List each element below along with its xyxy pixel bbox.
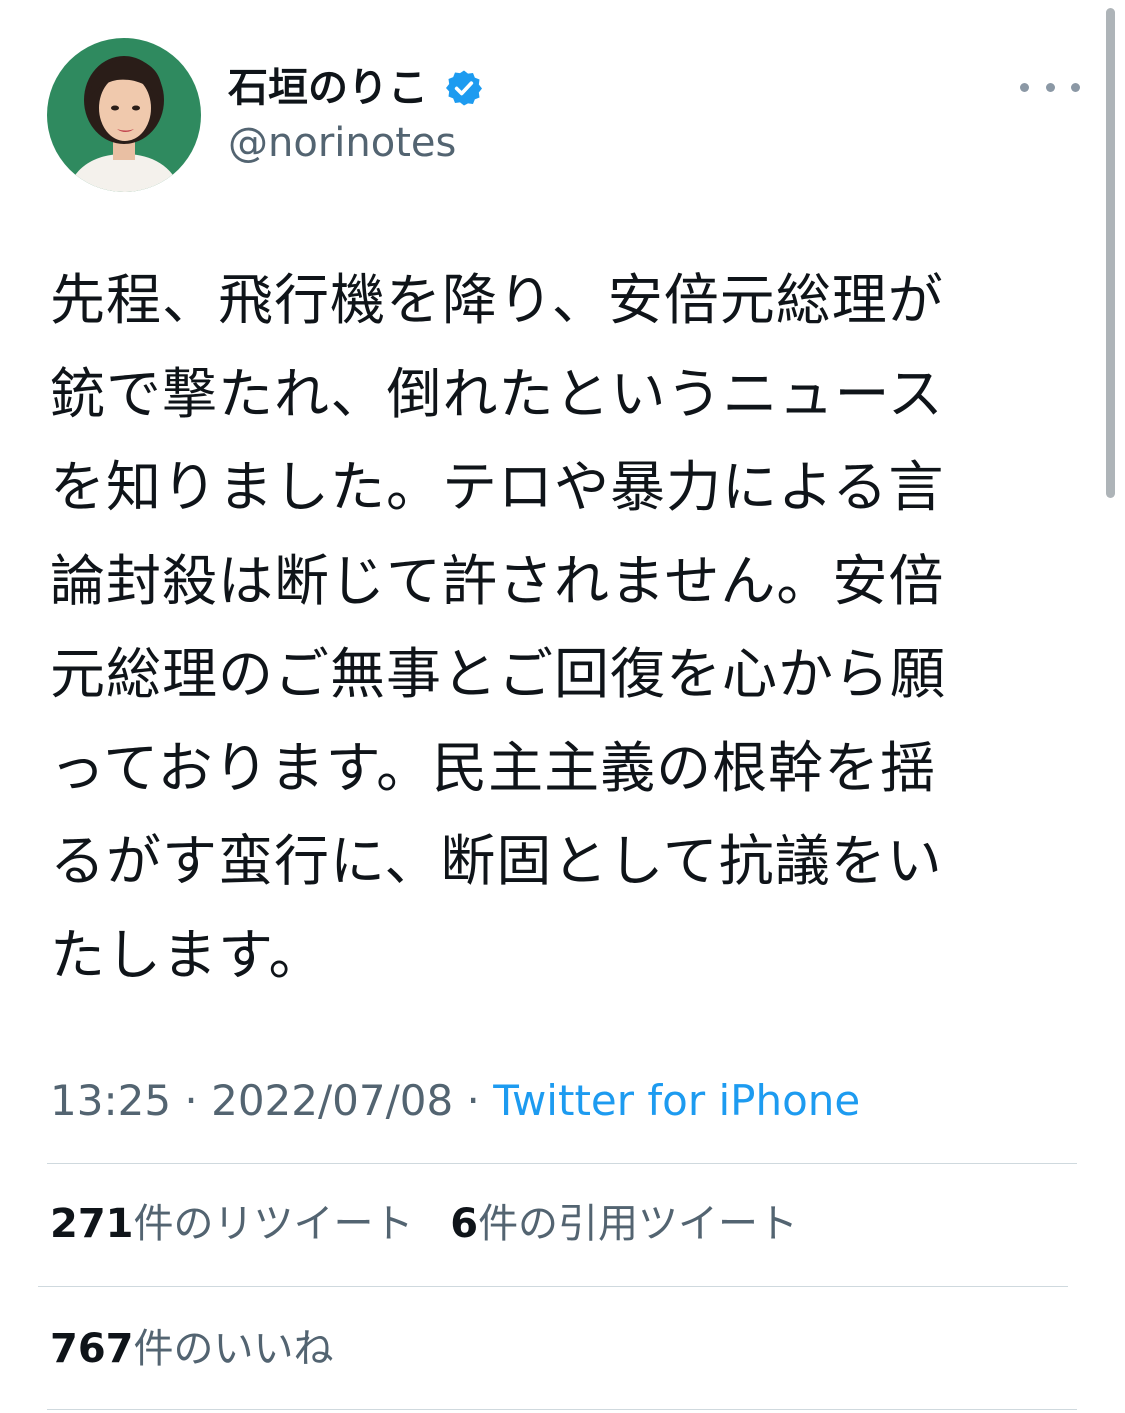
divider bbox=[38, 1286, 1068, 1287]
share-stats-row: 271件のリツイート 6件の引用ツイート bbox=[50, 1199, 798, 1249]
likes-label: 件のいいね bbox=[133, 1326, 334, 1372]
quotes-label: 件の引用ツイート bbox=[478, 1201, 799, 1247]
tweet-time[interactable]: 13:25 bbox=[50, 1076, 171, 1125]
divider bbox=[47, 1163, 1077, 1164]
author-display-name-row[interactable]: 石垣のりこ bbox=[228, 62, 484, 114]
retweets-stat[interactable]: 271件のリツイート bbox=[50, 1199, 414, 1249]
retweets-count: 271 bbox=[50, 1201, 134, 1247]
likes-stat[interactable]: 767件のいいね bbox=[50, 1324, 334, 1374]
ellipsis-icon bbox=[1020, 82, 1029, 92]
avatar[interactable] bbox=[47, 38, 201, 192]
verified-badge-icon bbox=[444, 68, 484, 108]
meta-separator: · bbox=[453, 1076, 494, 1125]
tweet-source-link[interactable]: Twitter for iPhone bbox=[493, 1076, 860, 1125]
quotes-count: 6 bbox=[450, 1201, 479, 1247]
likes-stats-row: 767件のいいね bbox=[50, 1324, 334, 1374]
author-display-name[interactable]: 石垣のりこ bbox=[228, 62, 428, 114]
divider bbox=[47, 1409, 1077, 1410]
tweet-date[interactable]: 2022/07/08 bbox=[211, 1076, 453, 1125]
scrollbar[interactable] bbox=[1106, 8, 1115, 498]
more-options-button[interactable] bbox=[1020, 72, 1080, 102]
author-handle[interactable]: @norinotes bbox=[228, 118, 456, 168]
tweet-text: 先程、飛行機を降り、安倍元総理が 銃で撃たれ、倒れたというニュース を知りました… bbox=[50, 268, 947, 987]
likes-count: 767 bbox=[50, 1326, 134, 1372]
meta-separator: · bbox=[171, 1076, 212, 1125]
quotes-stat[interactable]: 6件の引用ツイート bbox=[450, 1199, 798, 1249]
retweets-label: 件のリツイート bbox=[133, 1201, 414, 1247]
profile-photo bbox=[47, 38, 201, 192]
tweet-meta: 13:25 · 2022/07/08 · Twitter for iPhone bbox=[50, 1074, 860, 1128]
